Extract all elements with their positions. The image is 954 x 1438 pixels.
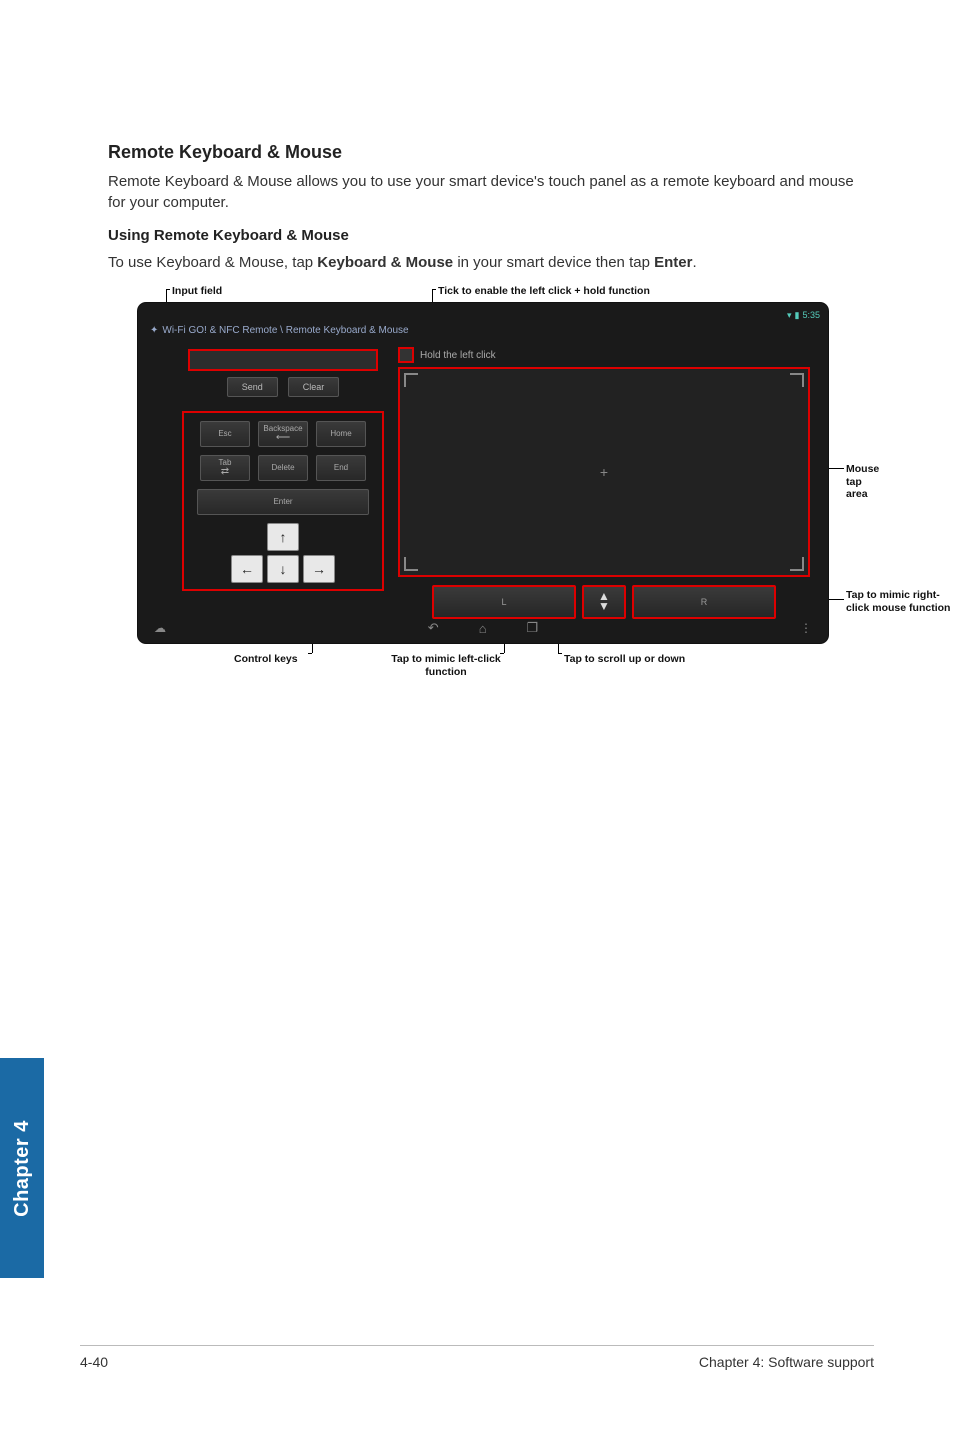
app-title-bar: ✦ Wi-Fi GO! & NFC Remote \ Remote Keyboa… [150,325,409,336]
callout-left-click: Tap to mimic left-click function [386,653,506,678]
android-navbar: ☁ ↶ ⌂ ❐ ⋮ [138,617,828,639]
tablet-screenshot: ▾▮5:35 ✦ Wi-Fi GO! & NFC Remote \ Remote… [138,303,828,643]
mouse-panel: Hold the left click + L ▲▼ R [398,347,810,619]
input-field[interactable] [188,349,378,371]
callout-mouse-tap: Mouse tap area [846,463,879,501]
callout-input-field: Input field [172,285,222,298]
callout-control-keys: Control keys [234,653,298,666]
home-key[interactable]: Home [316,421,366,447]
page-number: 4-40 [80,1354,108,1370]
clear-button[interactable]: Clear [288,377,340,397]
crosshair-icon: + [600,464,608,480]
keyboard-panel: Send Clear Esc Backspace⟵ Home Tab⇄ Dele… [176,343,390,613]
end-key[interactable]: End [316,455,366,481]
arrow-up-key[interactable]: ↑ [267,523,299,551]
mouse-tap-area[interactable]: + [398,367,810,577]
app-icon: ✦ [150,325,158,336]
tab-key[interactable]: Tab⇄ [200,455,250,481]
left-click-button[interactable]: L [432,585,576,619]
callout-scroll: Tap to scroll up or down [564,653,685,666]
chapter-tab: Chapter 4 [0,1058,44,1278]
send-button[interactable]: Send [227,377,278,397]
callout-right-click: Tap to mimic right-click mouse function [846,589,954,614]
section-heading: Remote Keyboard & Mouse [108,142,874,163]
delete-key[interactable]: Delete [258,455,308,481]
scroll-button[interactable]: ▲▼ [582,585,626,619]
instruction-text: To use Keyboard & Mouse, tap Keyboard & … [108,252,874,273]
status-bar: ▾▮5:35 [150,307,820,323]
sub-heading: Using Remote Keyboard & Mouse [108,227,874,244]
hold-left-click-checkbox[interactable] [398,347,414,363]
battery-icon: ▮ [795,310,800,321]
nav-back-icon[interactable]: ↶ [428,620,439,636]
nav-home-icon[interactable]: ⌂ [479,621,487,636]
esc-key[interactable]: Esc [200,421,250,447]
enter-key[interactable]: Enter [197,489,369,515]
nav-menu-icon[interactable]: ⋮ [800,621,812,635]
nav-voice-icon[interactable]: ☁ [154,621,166,635]
wifi-icon: ▾ [787,310,792,321]
footer-title: Chapter 4: Software support [699,1354,874,1370]
right-click-button[interactable]: R [632,585,776,619]
page-footer: 4-40 Chapter 4: Software support [80,1345,874,1370]
arrow-left-key[interactable]: ← [231,555,263,583]
backspace-key[interactable]: Backspace⟵ [258,421,308,447]
arrow-right-key[interactable]: → [303,555,335,583]
callout-tick: Tick to enable the left click + hold fun… [438,285,650,298]
nav-recent-icon[interactable]: ❐ [527,620,539,636]
control-keys-group: Esc Backspace⟵ Home Tab⇄ Delete End Ente… [182,411,384,591]
hold-left-click-label: Hold the left click [420,350,496,361]
figure: Input field Tick to enable the left clic… [138,303,874,643]
intro-text: Remote Keyboard & Mouse allows you to us… [108,171,874,213]
arrow-down-key[interactable]: ↓ [267,555,299,583]
